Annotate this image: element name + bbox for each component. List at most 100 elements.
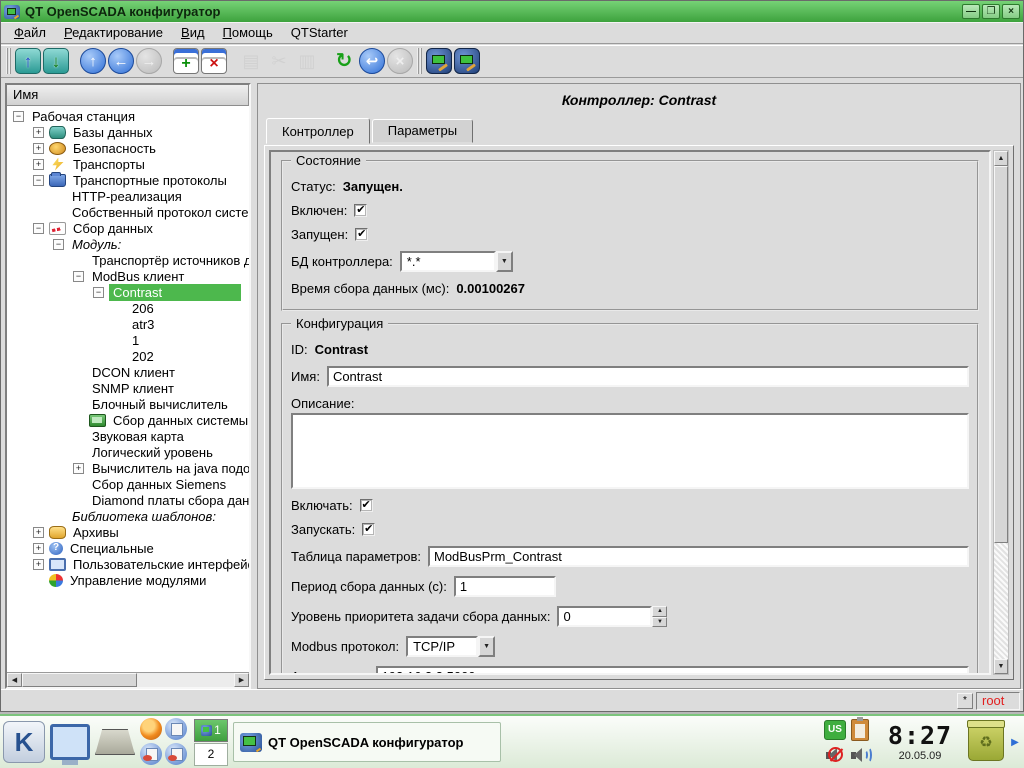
current-user[interactable]: root [976,692,1020,710]
reload-item-icon[interactable]: ↩ [359,48,385,74]
panel-hide-button[interactable]: ▶ [1009,719,1021,765]
keyboard-layout-indicator[interactable]: US [824,720,846,740]
tree-item-contrast[interactable]: −Contrast [7,284,249,300]
running-checkbox[interactable]: ✔ [355,228,368,241]
tree-item-ui[interactable]: +Пользовательские интерфейсы [7,556,249,572]
collapse-icon[interactable]: − [33,223,44,234]
minimize-button[interactable]: — [962,4,980,19]
form-vertical-scrollbar[interactable]: ▲ ▼ [993,150,1009,675]
tree-item-special[interactable]: +Специальные [7,540,249,556]
desktop-settings-icon[interactable] [50,724,90,760]
tree-item-logiclev[interactable]: Логический уровень [7,444,249,460]
menu-edit[interactable]: Редактирование [55,23,172,42]
tree-item-databases[interactable]: +Базы данных [7,124,249,140]
refresh-icon[interactable]: ↻ [331,48,357,74]
expand-icon[interactable]: + [33,543,44,554]
collapse-icon[interactable]: − [53,239,64,250]
to-start-checkbox[interactable]: ✔ [362,523,375,536]
spin-up-icon[interactable]: ▲ [652,606,667,617]
tree-item-gate[interactable]: Транспортёр источников дан [7,252,249,268]
pager-desktop-1[interactable]: 1 [194,719,228,742]
expand-icon[interactable]: + [33,127,44,138]
menu-view[interactable]: Вид [172,23,214,42]
collapse-icon[interactable]: − [13,111,24,122]
tree-item-workstation[interactable]: −Рабочая станция [7,108,249,124]
tree-item-diamond[interactable]: Diamond платы сбора данн [7,492,249,508]
tree-item-202[interactable]: 202 [7,348,249,364]
quicklaunch-app-icon[interactable] [140,743,162,765]
tree-item-selfsystem[interactable]: Собственный протокол системы [7,204,249,220]
tree-item-blockcalc[interactable]: Блочный вычислитель [7,396,249,412]
tree-item-security[interactable]: +Безопасность [7,140,249,156]
tree-item-siemens[interactable]: Сбор данных Siemens [7,476,249,492]
k-menu-button[interactable]: K [3,721,45,763]
delete-item-icon[interactable]: × [201,48,227,74]
scrollbar-thumb[interactable] [994,166,1008,543]
mute-icon[interactable] [824,745,846,765]
tree-item-modsched[interactable]: Управление модулями [7,572,249,588]
qtstarter-config-icon[interactable] [426,48,452,74]
acquire-period-input[interactable] [454,576,556,597]
expand-icon[interactable]: + [73,463,84,474]
add-item-icon[interactable]: + [173,48,199,74]
name-input[interactable] [327,366,969,387]
pager-desktop-2[interactable]: 2 [194,743,228,766]
enabled-checkbox[interactable]: ✔ [354,204,367,217]
collapse-icon[interactable]: − [33,175,44,186]
scrollbar-track[interactable] [994,543,1008,659]
scroll-down-icon[interactable]: ▼ [994,659,1008,674]
menu-file[interactable]: Файл [5,23,55,42]
host-address-input[interactable] [376,666,969,675]
tree-item-dcon[interactable]: DCON клиент [7,364,249,380]
up-icon[interactable]: ↑ [80,48,106,74]
maximize-button[interactable]: ❐ [982,4,1000,19]
parameter-table-input[interactable] [428,546,969,567]
close-button[interactable]: × [1002,4,1020,19]
scrollbar-thumb[interactable] [22,673,137,687]
modbus-protocol-select[interactable]: TCP/IP ▼ [406,636,495,657]
controller-db-select[interactable]: *.* ▼ [400,251,513,272]
quicklaunch-app-icon[interactable] [165,743,187,765]
tree-item-archives[interactable]: +Архивы [7,524,249,540]
scrollbar-track[interactable] [137,673,234,687]
tree-item-http[interactable]: HTTP-реализация [7,188,249,204]
save-to-db-icon[interactable]: ↓ [43,48,69,74]
back-icon[interactable]: ← [108,48,134,74]
scroll-right-icon[interactable]: ▶ [234,673,249,687]
clock[interactable]: 8:27 20.05.09 [877,723,963,762]
show-desktop-icon[interactable] [95,729,135,755]
tab-controller[interactable]: Контроллер [266,118,370,144]
collapse-icon[interactable]: − [73,271,84,282]
tree-item-soundcard[interactable]: Звуковая карта [7,428,249,444]
volume-icon[interactable] [849,745,871,765]
description-textarea[interactable] [291,413,969,489]
expand-icon[interactable]: + [33,159,44,170]
to-enable-checkbox[interactable]: ✔ [360,499,373,512]
scroll-up-icon[interactable]: ▲ [994,151,1008,166]
taskbar-window-button[interactable]: QT OpenSCADA конфигуратор [233,722,501,762]
tree-item-modbus[interactable]: −ModBus клиент [7,268,249,284]
tree-horizontal-scrollbar[interactable]: ◀ ▶ [7,672,249,687]
menu-qtstarter[interactable]: QTStarter [282,23,357,42]
tab-parameters[interactable]: Параметры [372,119,473,143]
priority-spinbox[interactable]: ▲ ▼ [557,606,667,627]
priority-input[interactable] [557,606,652,627]
title-bar[interactable]: QT OpenSCADA конфигуратор — ❐ × [1,1,1023,22]
tree-item-protocols[interactable]: −Транспортные протоколы [7,172,249,188]
firefox-icon[interactable] [140,718,162,740]
trash-icon[interactable]: ♻ [968,723,1004,761]
tree-item-tmplib[interactable]: Библиотека шаблонов: [7,508,249,524]
spin-down-icon[interactable]: ▼ [652,617,667,628]
tree-item-transports[interactable]: +Транспорты [7,156,249,172]
qtstarter-vision-icon[interactable] [454,48,480,74]
scroll-left-icon[interactable]: ◀ [7,673,22,687]
tree-column-header[interactable]: Имя [7,85,249,106]
tree-item-atr3[interactable]: atr3 [7,316,249,332]
quicklaunch-app-icon[interactable] [165,718,187,740]
tree-item-206[interactable]: 206 [7,300,249,316]
tree-item-daq[interactable]: −Сбор данных [7,220,249,236]
tree-item-javalikecalc[interactable]: +Вычислитель на java подобн [7,460,249,476]
chevron-down-icon[interactable]: ▼ [496,251,513,272]
expand-icon[interactable]: + [33,143,44,154]
tree-item-1[interactable]: 1 [7,332,249,348]
